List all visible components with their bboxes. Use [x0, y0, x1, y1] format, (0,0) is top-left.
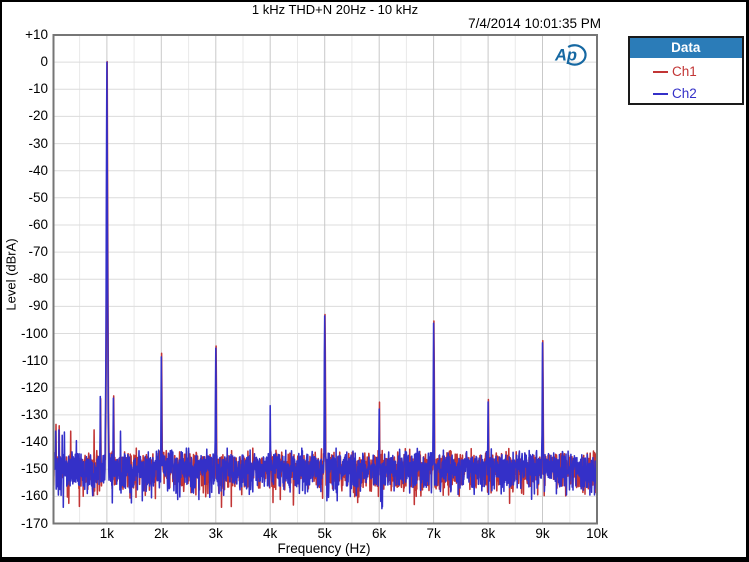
- svg-text:Ap: Ap: [554, 47, 577, 65]
